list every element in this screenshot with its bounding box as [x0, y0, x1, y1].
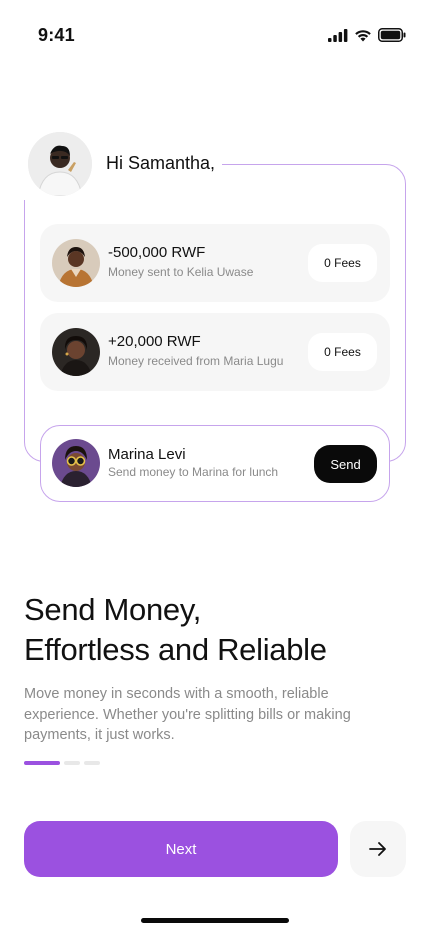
status-bar: 9:41 [0, 0, 430, 70]
forward-button[interactable] [350, 821, 406, 877]
avatar [52, 439, 100, 487]
transaction-description: Money received from Maria Lugu [108, 354, 284, 368]
transaction-card: -500,000 RWF Money sent to Kelia Uwase 0… [40, 224, 390, 302]
transaction-card: +20,000 RWF Money received from Maria Lu… [40, 313, 390, 391]
page-title: Send Money, Effortless and Reliable [24, 590, 406, 670]
quick-send-card: Marina Levi Send money to Marina for lun… [40, 425, 390, 502]
transaction-amount: -500,000 RWF [108, 244, 206, 261]
user-avatar [28, 132, 92, 196]
fee-badge: 0 Fees [308, 244, 377, 282]
cellular-signal-icon [328, 28, 348, 42]
page-dot [84, 761, 100, 765]
avatar [52, 328, 100, 376]
arrow-right-icon [369, 842, 386, 856]
headline-line-2: Effortless and Reliable [24, 632, 327, 667]
wifi-icon [355, 29, 371, 41]
headline-line-1: Send Money, [24, 592, 202, 627]
battery-icon [378, 28, 406, 42]
greeting-text: Hi Samantha, [106, 153, 216, 173]
fee-badge: 0 Fees [308, 333, 377, 371]
page-dot [64, 761, 80, 765]
description-text: Move money in seconds with a smooth, rel… [24, 686, 351, 743]
page-indicator [24, 761, 100, 765]
contact-name: Marina Levi [108, 446, 186, 463]
next-button[interactable]: Next [24, 821, 338, 877]
send-button[interactable]: Send [314, 445, 377, 483]
status-icons [328, 28, 406, 42]
avatar [52, 239, 100, 287]
transaction-amount: +20,000 RWF [108, 333, 201, 350]
onboarding-screen: 9:41 Hi Samantha, -500,000 RWF Money sen… [0, 0, 430, 932]
transaction-description: Money sent to Kelia Uwase [108, 265, 254, 279]
home-indicator [141, 918, 289, 923]
page-dot-active [24, 761, 60, 765]
contact-description: Send money to Marina for lunch [108, 465, 279, 479]
status-time: 9:41 [38, 25, 75, 45]
